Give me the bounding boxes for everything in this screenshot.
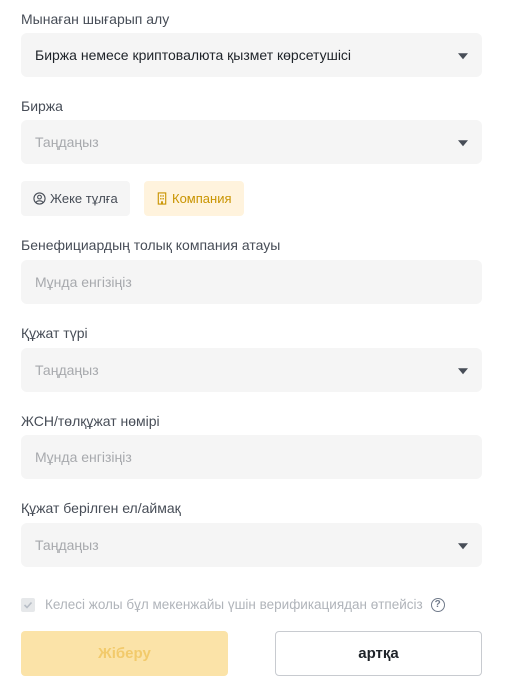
withdraw-to-value: Биржа немесе криптовалюта қызмет көрсету…: [35, 47, 352, 63]
back-button[interactable]: артқа: [275, 631, 482, 676]
skip-verification-checkbox[interactable]: [21, 597, 35, 612]
beneficiary-name-label: Бенефициардың толық компания атауы: [21, 237, 281, 253]
exchange-label: Биржа: [21, 98, 63, 114]
skip-verification-row: Келесі жолы бұл мекенжайы үшін верификац…: [21, 597, 445, 612]
company-toggle-button[interactable]: Компания: [144, 181, 244, 216]
document-number-placeholder: Мұнда енгізіңіз: [35, 449, 132, 465]
individual-toggle-button[interactable]: Жеке тұлға: [21, 181, 130, 216]
chevron-down-icon: [458, 140, 468, 147]
submit-button[interactable]: Жіберу: [21, 631, 228, 676]
user-circle-icon: [33, 192, 46, 205]
exchange-placeholder: Таңдаңыз: [35, 134, 99, 150]
question-circle-icon[interactable]: ?: [430, 597, 445, 612]
skip-verification-label: Келесі жолы бұл мекенжайы үшін верификац…: [45, 597, 423, 612]
chevron-down-icon: [458, 53, 468, 60]
issuing-country-label: Құжат берілген ел/аймақ: [21, 500, 181, 516]
document-type-select[interactable]: Таңдаңыз: [21, 348, 482, 392]
individual-toggle-label: Жеке тұлға: [50, 191, 118, 206]
beneficiary-name-placeholder: Мұнда енгізіңіз: [35, 274, 132, 290]
document-type-label: Құжат түрі: [21, 325, 88, 341]
document-number-label: ЖСН/төлқұжат нөмірі: [21, 413, 160, 429]
document-number-input[interactable]: Мұнда енгізіңіз: [21, 435, 482, 479]
chevron-down-icon: [458, 368, 468, 375]
building-icon: [157, 192, 167, 205]
chevron-down-icon: [458, 543, 468, 550]
exchange-select[interactable]: Таңдаңыз: [21, 120, 482, 164]
beneficiary-name-input[interactable]: Мұнда енгізіңіз: [21, 260, 482, 304]
checkmark-icon: [23, 601, 33, 609]
document-type-placeholder: Таңдаңыз: [35, 362, 99, 378]
withdraw-to-select[interactable]: Биржа немесе криптовалюта қызмет көрсету…: [21, 33, 482, 77]
issuing-country-select[interactable]: Таңдаңыз: [21, 523, 482, 567]
company-toggle-label: Компания: [172, 191, 232, 206]
issuing-country-placeholder: Таңдаңыз: [35, 537, 99, 553]
withdraw-to-label: Мынаған шығарып алу: [21, 11, 170, 27]
